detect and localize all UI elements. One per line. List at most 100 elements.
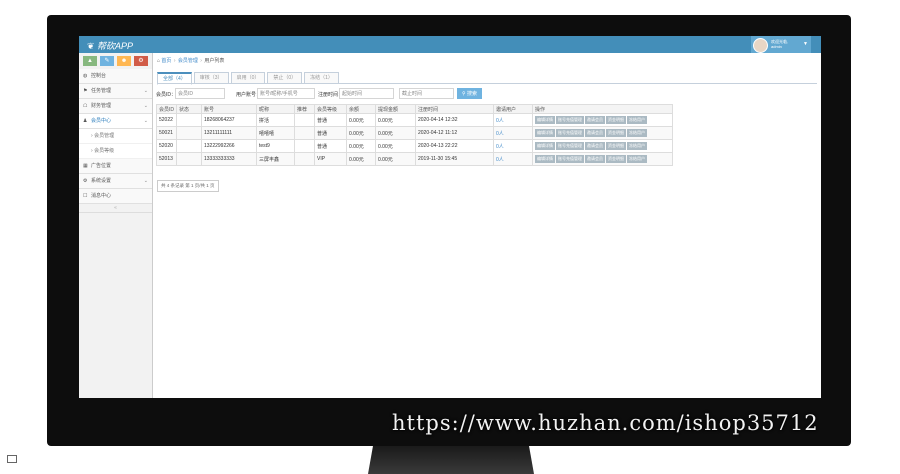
table-cell: 0.00元 [375, 126, 416, 140]
action-button[interactable]: 编辑详情 [535, 116, 555, 124]
actions-cell: 编辑详情 账号充值管理 邀请会员 资金明细 冻结用户 [532, 126, 673, 140]
cogs-icon[interactable]: ⚙ [134, 56, 148, 66]
sidebar-item-label: 任务管理 [91, 88, 112, 94]
reg-end-input[interactable]: 截止时间 [399, 88, 454, 99]
table-cell: 普通 [314, 126, 347, 140]
sidebar-item-6[interactable]: ▦ 广告位置 [79, 159, 152, 174]
chevron-down-icon: ⌄ [143, 178, 148, 184]
search-button-label: 搜索 [467, 91, 478, 97]
table-cell: 0.00元 [375, 113, 416, 127]
action-button[interactable]: 账号充值管理 [556, 142, 584, 150]
action-button[interactable]: 邀请会员 [585, 116, 605, 124]
actions-cell: 编辑详情 账号充值管理 邀请会员 资金明细 冻结用户 [532, 113, 673, 127]
sidebar-item-label: 广告位置 [91, 163, 112, 169]
sidebar-item-1[interactable]: ⚑ 任务管理 ⌄ [79, 84, 152, 99]
sidebar-menu: ◍ 控制台 ⚑ 任务管理 ⌄ ☖ 财务管理 ⌄ ♟ 会员中心 ⌄ › 会员管理 › 会员等级 ▦ 广告位置 ⚙… [79, 69, 152, 204]
table-cell[interactable]: 0人 [493, 126, 533, 140]
sidebar-item-3[interactable]: ♟ 会员中心 ⌄ [79, 114, 152, 129]
chevron-down-icon: ⌄ [143, 88, 148, 94]
account-input[interactable]: 账号/昵称/手机号 [257, 88, 315, 99]
action-button[interactable]: 资金明细 [606, 116, 626, 124]
breadcrumb-current: 用户列表 [204, 58, 225, 64]
action-button[interactable]: 资金明细 [606, 129, 626, 137]
column-header: 会员ID [156, 104, 177, 114]
action-button[interactable]: 冻结用户 [627, 155, 647, 163]
users-icon[interactable]: ☻ [117, 56, 131, 66]
column-header: 提现金额 [375, 104, 416, 114]
monitor-icon [7, 455, 17, 463]
table-header: 会员ID 状态 账号 昵称 推荐 会员等级 余额 提现金额 注册时间 邀请用户 操作 [156, 104, 673, 114]
user-id-input[interactable]: 会员ID [175, 88, 225, 99]
breadcrumb-home[interactable]: 首页 [161, 58, 171, 64]
search-button[interactable]: ⚲ 搜索 [457, 88, 482, 99]
table-cell: 普通 [314, 113, 347, 127]
pencil-icon[interactable]: ✎ [100, 56, 114, 66]
home-icon: ⌂ [157, 58, 161, 64]
breadcrumb: ⌂ 首页 › 会员管理 › 用户列表 [157, 58, 225, 64]
actions-cell: 编辑详情 账号充值管理 邀请会员 资金明细 冻结用户 [532, 152, 673, 166]
table-cell [176, 113, 202, 127]
sidebar-item-8[interactable]: ☐ 消息中心 [79, 189, 152, 204]
action-button[interactable]: 冻结用户 [627, 129, 647, 137]
action-button[interactable]: 编辑详情 [535, 142, 555, 150]
username: admin [771, 44, 782, 49]
action-button[interactable]: 账号充值管理 [556, 116, 584, 124]
avatar [753, 38, 768, 53]
reg-start-input[interactable]: 起始时间 [339, 88, 394, 99]
action-button[interactable]: 邀请会员 [585, 129, 605, 137]
action-button[interactable]: 资金明细 [606, 142, 626, 150]
breadcrumb-section[interactable]: 会员管理 [178, 58, 198, 64]
filter-bar: 会员ID： 会员ID 用户账号： 账号/昵称/手机号 注册时间： 起始时间 截止… [156, 88, 816, 100]
table-cell[interactable]: 0人 [493, 139, 533, 153]
sidebar-item-label: 系统设置 [91, 178, 112, 184]
column-header: 推荐 [294, 104, 315, 114]
table-cell [294, 152, 315, 166]
table-row: 52013 13333333333 三屏丰鑫 VIP 0.00元 0.00元 2019-11… [156, 152, 673, 166]
column-header: 账号 [201, 104, 257, 114]
table-cell: 0.00元 [346, 139, 376, 153]
table-cell [294, 126, 315, 140]
sidebar-item-label: 控制台 [91, 73, 107, 79]
action-button[interactable]: 冻结用户 [627, 116, 647, 124]
menu-icon: ▦ [83, 163, 88, 169]
sidebar-item-0[interactable]: ◍ 控制台 [79, 69, 152, 84]
signal-icon[interactable]: ▲ [83, 56, 97, 66]
sidebar-item-7[interactable]: ⚙ 系统设置 ⌄ [79, 174, 152, 189]
action-button[interactable]: 邀请会员 [585, 155, 605, 163]
table-cell: 0.00元 [346, 152, 376, 166]
user-menu[interactable]: 欢迎光临, admin ▼ [751, 36, 811, 53]
sidebar-subitem-5[interactable]: › 会员等级 [79, 144, 152, 159]
sidebar-collapse-button[interactable]: « [79, 204, 152, 213]
table-cell: VIP [314, 152, 347, 166]
pagination-info: 共 4 条记录 第 1 页/共 1 页 [157, 180, 219, 192]
sidebar-subitem-4[interactable]: › 会员管理 [79, 129, 152, 144]
table-cell: 52013 [156, 152, 177, 166]
table-cell: 2020-04-14 12:32 [415, 113, 494, 127]
sidebar-item-2[interactable]: ☖ 财务管理 ⌄ [79, 99, 152, 114]
table-cell: 0.00元 [375, 139, 416, 153]
table-cell: 18268064237 [201, 113, 257, 127]
table-cell[interactable]: 0人 [493, 113, 533, 127]
sidebar-item-label: 消息中心 [91, 193, 112, 199]
actions-cell: 编辑详情 账号充值管理 邀请会员 资金明细 冻结用户 [532, 139, 673, 153]
table-row: 52022 18268064237 拼活 普通 0.00元 0.00元 2020-04-14… [156, 113, 673, 127]
table-body: 52022 18268064237 拼活 普通 0.00元 0.00元 2020-04-14… [156, 113, 673, 166]
brand-logo[interactable]: ❦ 帮砍APP [87, 39, 133, 52]
action-button[interactable]: 资金明细 [606, 155, 626, 163]
action-button[interactable]: 编辑详情 [535, 155, 555, 163]
menu-icon: ⚑ [83, 88, 88, 94]
action-button[interactable]: 冻结用户 [627, 142, 647, 150]
menu-icon: ◍ [83, 73, 88, 79]
action-button[interactable]: 编辑详情 [535, 129, 555, 137]
action-button[interactable]: 账号充值管理 [556, 129, 584, 137]
table-cell: 52020 [156, 139, 177, 153]
sidebar-subitem-label: 会员管理 [94, 133, 115, 139]
table-cell: 13211111111 [201, 126, 257, 140]
action-button[interactable]: 账号充值管理 [556, 155, 584, 163]
table-cell[interactable]: 0人 [493, 152, 533, 166]
watermark-text: https://www.huzhan.com/ishop35712 [392, 411, 819, 435]
sidebar-subitem-label: 会员等级 [94, 148, 115, 154]
action-button[interactable]: 邀请会员 [585, 142, 605, 150]
column-header: 昵称 [256, 104, 295, 114]
table-row: 50021 13211111111 嘻嘻嘻 普通 0.00元 0.00元 2020-04-1… [156, 126, 673, 140]
